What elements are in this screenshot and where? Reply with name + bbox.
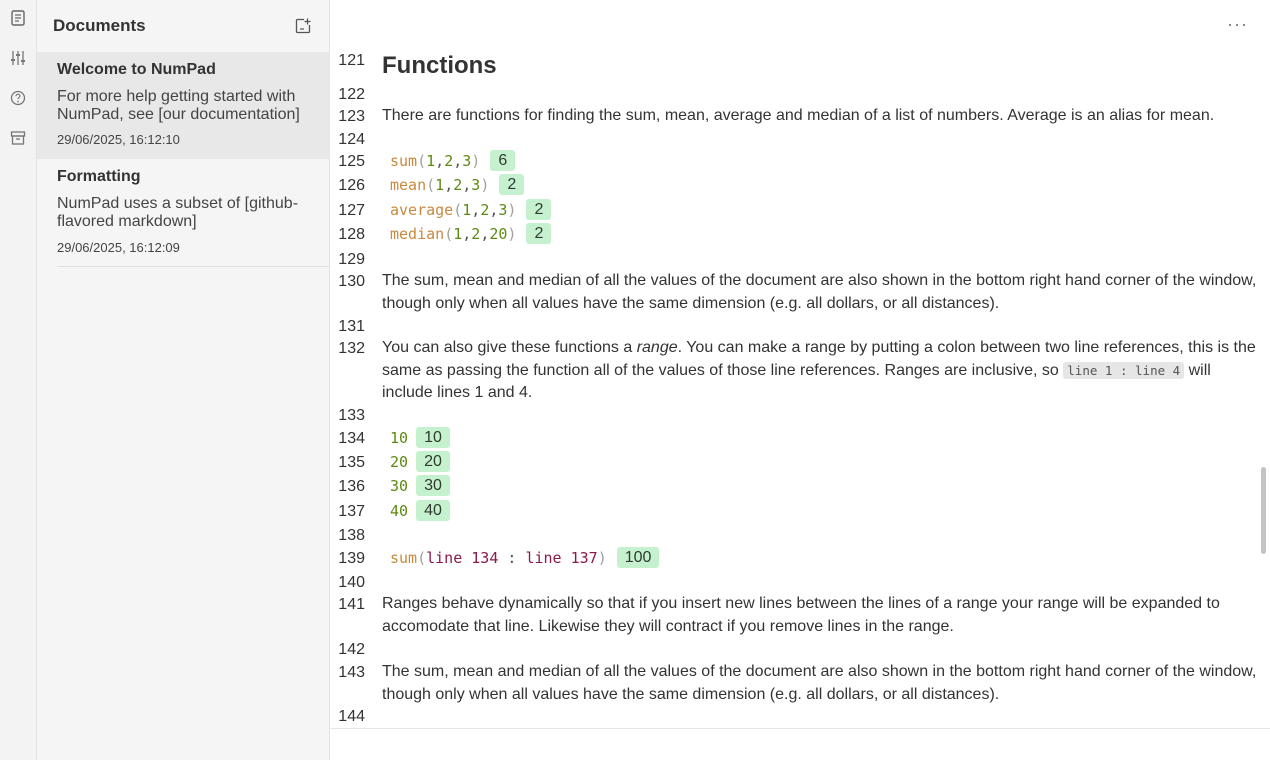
argument: 1 <box>453 224 463 243</box>
argument: 2 <box>453 175 463 194</box>
documents-sidebar: Documents Welcome to NumPad For more hel… <box>37 0 330 760</box>
line-number: 135 <box>338 454 365 471</box>
number-value: 10 <box>390 428 409 447</box>
line-number: 126 <box>338 177 365 194</box>
line-number: 130 <box>338 273 365 290</box>
code-line: mean(1, 2, 3) 2 <box>390 174 525 195</box>
status-bar <box>331 728 1270 760</box>
line-number: 128 <box>338 226 365 243</box>
code-line: 10 10 <box>390 427 450 448</box>
document-title: Welcome to NumPad <box>57 61 216 78</box>
code-line: 20 20 <box>390 451 450 472</box>
result-badge: 20 <box>416 451 450 472</box>
function-name: average <box>390 200 454 219</box>
document-date: 29/06/2025, 16:12:10 <box>57 132 180 147</box>
line-number: 141 <box>338 596 365 613</box>
line-number: 137 <box>338 503 365 520</box>
code-line: sum(1, 2, 3) 6 <box>390 150 516 171</box>
more-options-button[interactable]: ··· <box>1227 14 1248 35</box>
line-number: 140 <box>338 574 365 591</box>
argument: 1 <box>435 175 445 194</box>
inline-code: line 1 : line 4 <box>1063 361 1185 379</box>
code-line: 30 30 <box>390 475 450 496</box>
line-number: 123 <box>338 108 365 125</box>
icon-rail <box>0 0 37 760</box>
line-number: 144 <box>338 708 365 725</box>
function-name: sum <box>390 548 418 567</box>
editor[interactable]: ··· 121 122 123 124 125 126 127 128 129 … <box>331 0 1270 760</box>
argument: 3 <box>471 175 481 194</box>
document-snippet: For more help getting started with NumPa… <box>57 88 300 123</box>
argument: 3 <box>498 200 508 219</box>
document-date: 29/06/2025, 16:12:09 <box>57 240 180 255</box>
archive-icon[interactable] <box>8 128 28 148</box>
section-heading: Functions <box>382 52 497 79</box>
line-number: 131 <box>338 318 365 335</box>
scrollbar-thumb[interactable] <box>1261 467 1266 554</box>
document-item[interactable]: Welcome to NumPad For more help getting … <box>37 52 330 159</box>
line-number: 129 <box>338 251 365 268</box>
result-badge: 2 <box>526 223 552 244</box>
line-number: 136 <box>338 478 365 495</box>
result-badge: 100 <box>616 547 660 568</box>
argument: 2 <box>471 224 481 243</box>
code-line: 40 40 <box>390 500 450 521</box>
number-value: 30 <box>390 476 409 495</box>
function-name: median <box>390 224 445 243</box>
line-number: 121 <box>338 52 365 69</box>
paragraph: You can also give these functions a rang… <box>382 339 1256 401</box>
result-badge: 6 <box>490 150 516 171</box>
code-line: median(1, 2, 20) 2 <box>390 223 552 244</box>
line-number: 139 <box>338 550 365 567</box>
sliders-icon[interactable] <box>8 48 28 68</box>
document-icon[interactable] <box>8 8 28 28</box>
number-value: 20 <box>390 452 409 471</box>
argument: 2 <box>444 151 454 170</box>
result-badge: 2 <box>499 174 525 195</box>
argument: 1 <box>426 151 436 170</box>
new-document-icon[interactable] <box>293 16 313 36</box>
paragraph: There are functions for finding the sum,… <box>382 107 1215 124</box>
argument: 3 <box>462 151 472 170</box>
document-snippet: NumPad uses a subset of [github-flavored… <box>57 195 299 230</box>
number-value: 40 <box>390 501 409 520</box>
paragraph: Ranges behave dynamically so that if you… <box>382 595 1220 635</box>
line-number: 127 <box>338 202 365 219</box>
emphasis: range <box>636 339 678 356</box>
line-number: 134 <box>338 430 365 447</box>
argument: 20 <box>489 224 508 243</box>
line-number: 143 <box>338 664 365 681</box>
range-colon: : <box>507 548 517 567</box>
line-number: 122 <box>338 86 365 103</box>
result-badge: 30 <box>416 475 450 496</box>
line-number: 124 <box>338 131 365 148</box>
divider <box>57 266 330 267</box>
paragraph: The sum, mean and median of all the valu… <box>382 663 1257 703</box>
code-line: sum(line 134 : line 137) 100 <box>390 547 660 568</box>
document-item[interactable]: Formatting NumPad uses a subset of [gith… <box>37 159 330 267</box>
line-number: 142 <box>338 641 365 658</box>
line-number: 125 <box>338 153 365 170</box>
sidebar-title: Documents <box>53 16 146 35</box>
result-badge: 10 <box>416 427 450 448</box>
line-number: 138 <box>338 527 365 544</box>
function-name: mean <box>390 175 427 194</box>
code-line: average(1, 2, 3) 2 <box>390 199 552 220</box>
argument: 1 <box>462 200 472 219</box>
paragraph: The sum, mean and median of all the valu… <box>382 272 1257 312</box>
line-reference: line 134 <box>426 548 499 567</box>
function-name: sum <box>390 151 418 170</box>
argument: 2 <box>480 200 490 219</box>
line-number: 133 <box>338 407 365 424</box>
result-badge: 2 <box>526 199 552 220</box>
line-number: 132 <box>338 340 365 357</box>
document-title: Formatting <box>57 168 141 185</box>
help-icon[interactable] <box>8 88 28 108</box>
line-reference: line 137 <box>525 548 598 567</box>
result-badge: 40 <box>416 500 450 521</box>
